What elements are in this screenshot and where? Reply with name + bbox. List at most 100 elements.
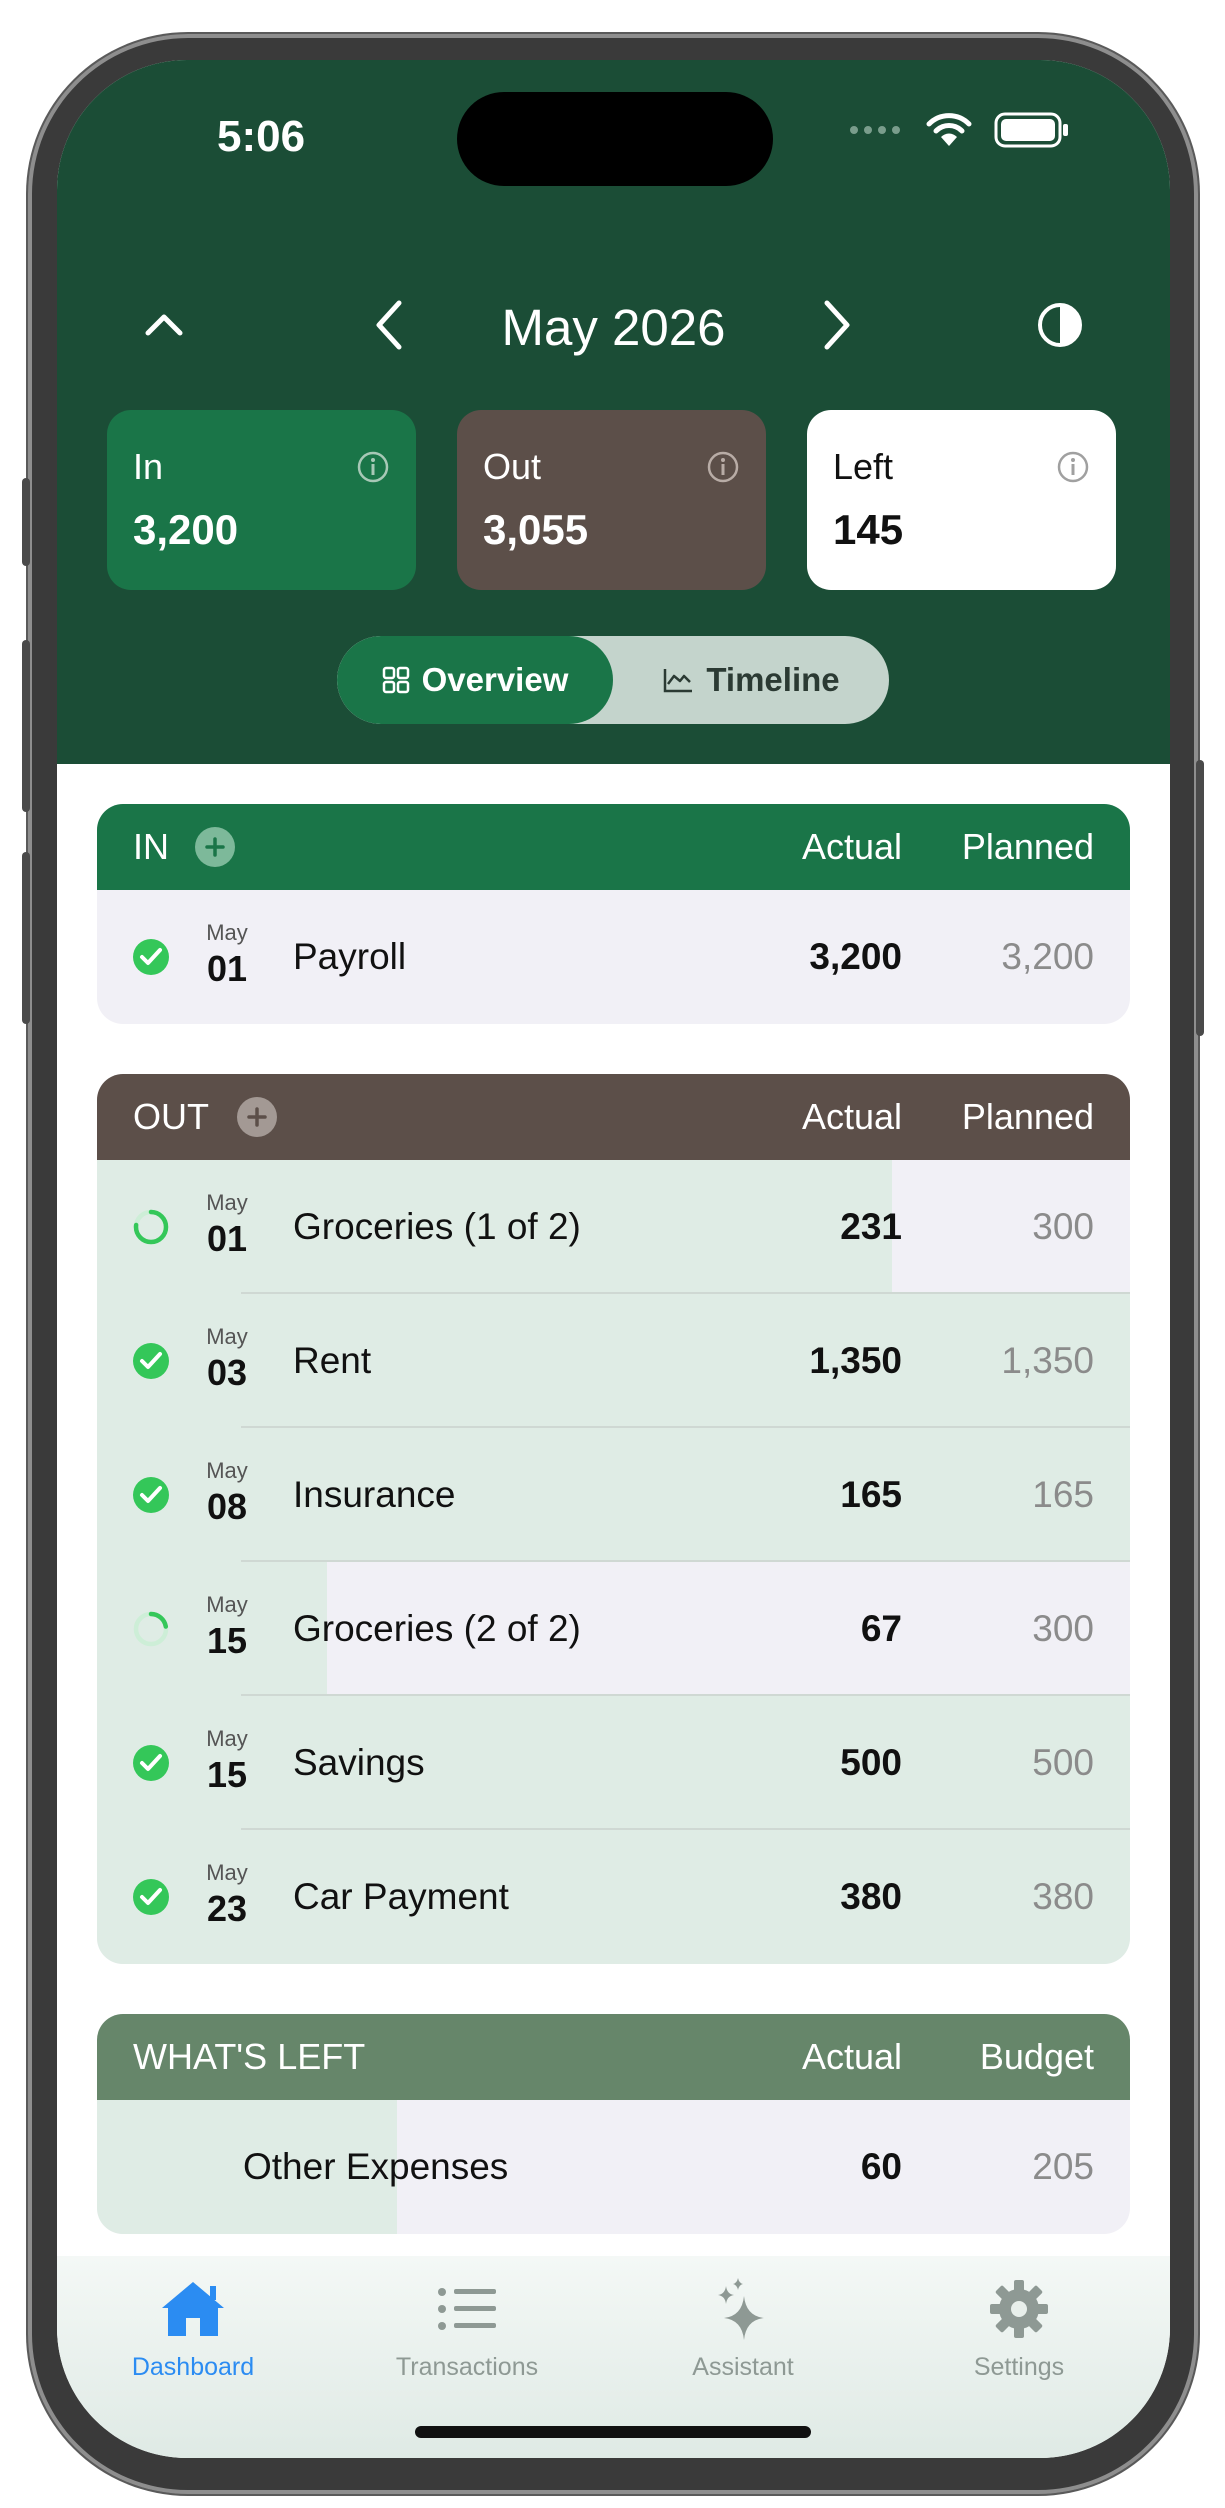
row-date-month: May <box>206 1458 248 1483</box>
action-button <box>22 478 30 566</box>
row-actual: 380 <box>840 1876 902 1917</box>
info-icon[interactable] <box>356 450 390 484</box>
row-planned: 500 <box>1032 1742 1094 1783</box>
tab-label: Dashboard <box>131 2353 255 2381</box>
row-actual: 231 <box>840 1206 902 1247</box>
out-row[interactable]: May 08 Insurance 165 165 <box>97 1428 1130 1562</box>
row-actual: 3,200 <box>809 936 902 977</box>
dynamic-island <box>457 92 773 186</box>
row-name: Groceries (1 of 2) <box>293 1206 581 1247</box>
out-row[interactable]: May 23 Car Payment 380 380 <box>97 1830 1130 1964</box>
overview-label: Overview <box>421 661 569 698</box>
row-date-month: May <box>206 1592 248 1617</box>
add-expense-plus-icon[interactable] <box>237 1097 277 1137</box>
add-income-plus-icon[interactable] <box>195 827 235 867</box>
summary-cards: In 3,200 Out 3,055 Left 145 <box>107 410 1120 590</box>
row-date-day: 03 <box>206 1352 248 1393</box>
checkmark-circle-icon <box>133 1477 169 1513</box>
info-icon[interactable] <box>1056 450 1090 484</box>
row-date: May 01 <box>199 1190 255 1260</box>
home-indicator <box>415 2426 811 2438</box>
row-date-day: 08 <box>206 1486 248 1527</box>
month-title: May 2026 <box>501 299 726 356</box>
row-planned: 300 <box>1032 1608 1094 1649</box>
tab-transactions[interactable]: Transactions <box>367 2278 567 2382</box>
appearance-toggle-icon[interactable] <box>1015 280 1105 370</box>
overview-segment[interactable]: Overview <box>337 636 613 724</box>
checkmark-circle-icon <box>133 1879 169 1915</box>
row-date-day: 01 <box>206 1218 248 1259</box>
in-section-header: IN Actual Planned <box>97 804 1130 890</box>
timeline-label: Timeline <box>706 661 840 698</box>
row-date-month: May <box>206 1324 248 1349</box>
sparkles-icon <box>718 2278 764 2340</box>
row-date: May 15 <box>199 1726 255 1796</box>
header: 5:06 May 2026 In 3,200 Out 3,055 Left 14… <box>57 60 1170 764</box>
checkmark-circle-icon <box>133 1343 169 1379</box>
status-time: 5:06 <box>217 112 306 161</box>
checkmark-circle-icon <box>133 1745 169 1781</box>
row-name: Rent <box>293 1340 372 1381</box>
row-planned: 300 <box>1032 1206 1094 1247</box>
in-summary-card[interactable]: In 3,200 <box>107 410 416 590</box>
volume-down-button <box>22 852 30 1024</box>
tab-assistant[interactable]: Assistant <box>643 2278 843 2382</box>
out-summary-card[interactable]: Out 3,055 <box>457 410 766 590</box>
row-planned: 165 <box>1032 1474 1094 1515</box>
gear-icon <box>990 2280 1048 2338</box>
out-col-actual: Actual <box>801 1096 902 1137</box>
left-card-label: Left <box>833 446 894 487</box>
volume-up-button <box>22 640 30 812</box>
out-card-value: 3,055 <box>483 506 589 553</box>
row-date: May 08 <box>199 1458 255 1528</box>
out-rows: May 01 Groceries (1 of 2) 231 300 May 03 Rent 1,… <box>97 1160 1130 1964</box>
timeline-segment[interactable]: Timeline <box>613 636 889 724</box>
row-date: May 01 <box>199 920 255 990</box>
whats-left-col-budget: Budget <box>979 2036 1094 2077</box>
whats-left-section: WHAT'S LEFT Actual Budget Other Expenses… <box>97 2014 1130 2234</box>
row-budget: 205 <box>1032 2146 1094 2187</box>
next-month-chevron-icon[interactable] <box>793 280 883 370</box>
info-icon[interactable] <box>706 450 740 484</box>
row-actual: 1,350 <box>809 1340 902 1381</box>
tab-settings[interactable]: Settings <box>919 2278 1119 2382</box>
row-date-month: May <box>206 1860 248 1885</box>
status-icons <box>848 112 1070 148</box>
row-planned: 1,350 <box>1001 1340 1094 1381</box>
out-row[interactable]: May 15 Savings 500 500 <box>97 1696 1130 1830</box>
whats-left-header: WHAT'S LEFT Actual Budget <box>97 2014 1130 2100</box>
wifi-icon <box>926 113 972 146</box>
month-navigation: May 2026 <box>57 280 1170 370</box>
tab-dashboard[interactable]: Dashboard <box>93 2278 293 2382</box>
row-name: Car Payment <box>293 1876 509 1917</box>
in-section-title: IN <box>133 826 169 867</box>
out-section-title: OUT <box>133 1096 209 1137</box>
list-icon <box>438 2288 496 2330</box>
row-date-day: 15 <box>206 1620 248 1661</box>
left-summary-card[interactable]: Left 145 <box>807 410 1116 590</box>
battery-icon <box>994 112 1068 148</box>
out-row[interactable]: May 15 Groceries (2 of 2) 67 300 <box>97 1562 1130 1696</box>
row-date: May 03 <box>199 1324 255 1394</box>
progress-ring-icon <box>133 1209 169 1245</box>
row-date: May 15 <box>199 1592 255 1662</box>
app-screen: 5:06 May 2026 In 3,200 Out 3,055 Left 14… <box>57 60 1170 2458</box>
out-row[interactable]: May 01 Groceries (1 of 2) 231 300 <box>97 1160 1130 1294</box>
out-section: OUT Actual Planned May 01 Groceries (1 of … <box>97 1074 1130 1964</box>
out-section-header: OUT Actual Planned <box>97 1074 1130 1160</box>
out-row[interactable]: May 03 Rent 1,350 1,350 <box>97 1294 1130 1428</box>
row-actual: 67 <box>860 1608 902 1649</box>
in-row-payroll[interactable]: May 01 Payroll 3,200 3,200 <box>97 890 1130 1024</box>
tab-label: Settings <box>973 2353 1065 2381</box>
row-actual: 60 <box>860 2146 902 2187</box>
in-card-label: In <box>133 446 164 487</box>
view-segmented-control: Overview Timeline <box>337 636 889 724</box>
in-card-value: 3,200 <box>133 506 239 553</box>
in-col-planned: Planned <box>961 826 1094 867</box>
row-name: Insurance <box>293 1474 456 1515</box>
tab-label: Transactions <box>395 2353 539 2381</box>
whats-left-row-other-expenses[interactable]: Other Expenses 60 205 <box>97 2100 1130 2234</box>
out-col-planned: Planned <box>961 1096 1094 1137</box>
row-name: Savings <box>293 1742 425 1783</box>
row-date-day: 15 <box>206 1754 248 1795</box>
